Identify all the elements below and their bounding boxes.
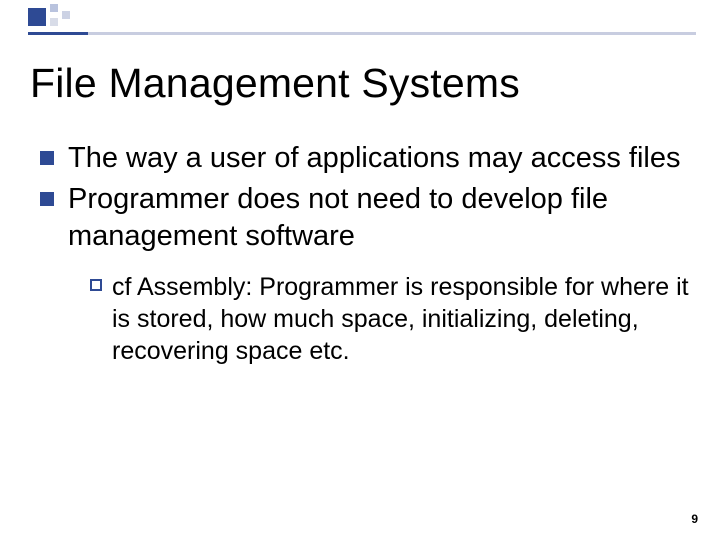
decor-square-small <box>50 18 58 26</box>
sub-bullet-text: cf Assembly: Programmer is responsible f… <box>112 271 690 367</box>
decor-square-large <box>28 8 46 26</box>
decor-square-small <box>50 4 58 12</box>
decor-square-small <box>62 11 70 19</box>
bullet-item: Programmer does not need to develop file… <box>40 181 690 255</box>
bullet-hollow-square-icon <box>90 279 102 291</box>
sub-bullet-group: cf Assembly: Programmer is responsible f… <box>90 271 690 367</box>
bullet-text: Programmer does not need to develop file… <box>68 181 690 255</box>
bullet-square-icon <box>40 192 54 206</box>
header-decoration <box>0 0 720 40</box>
slide-body: The way a user of applications may acces… <box>40 140 690 367</box>
page-number: 9 <box>691 512 698 526</box>
bullet-text: The way a user of applications may acces… <box>68 140 681 177</box>
bullet-square-icon <box>40 151 54 165</box>
decor-rule-dark <box>28 32 88 35</box>
bullet-item: The way a user of applications may acces… <box>40 140 690 177</box>
decor-rule-light <box>88 32 696 35</box>
sub-bullet-item: cf Assembly: Programmer is responsible f… <box>90 271 690 367</box>
slide-title: File Management Systems <box>30 60 520 107</box>
